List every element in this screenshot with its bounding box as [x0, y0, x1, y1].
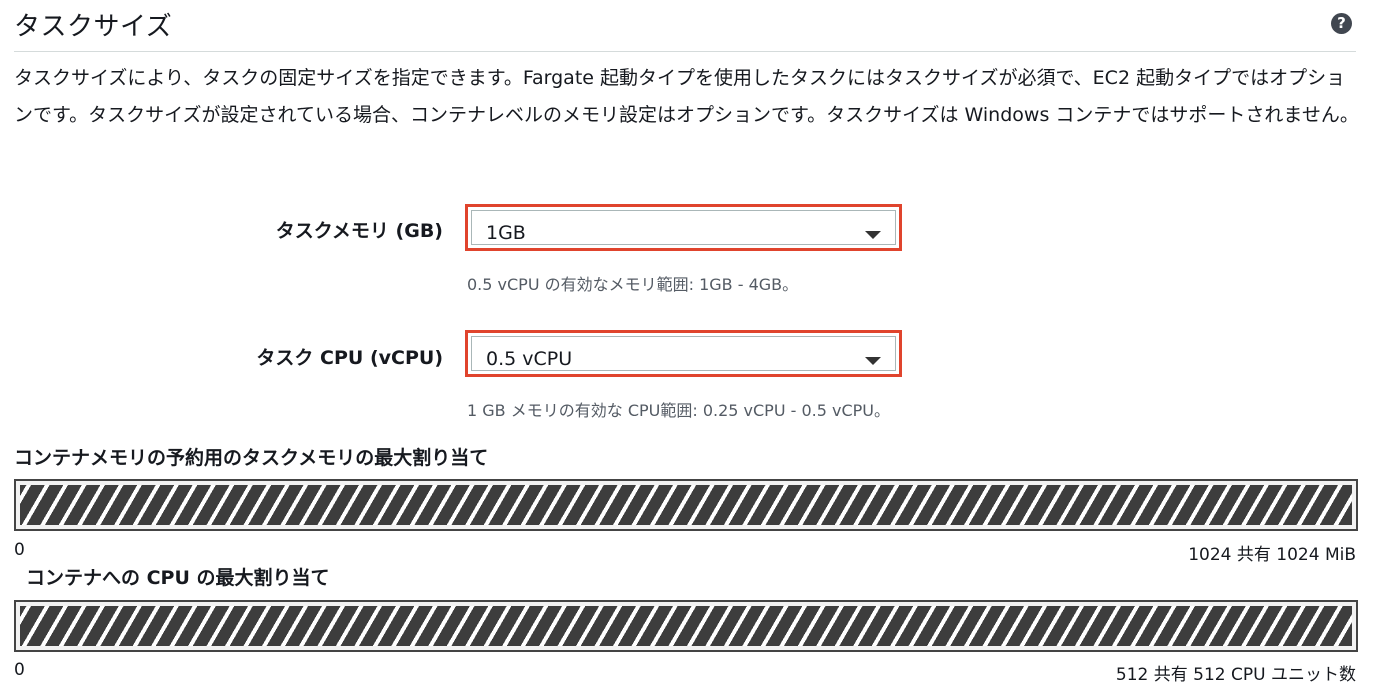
- task-cpu-hint: 1 GB メモリの有効な CPU範囲: 0.25 vCPU - 0.5 vCPU…: [467, 401, 891, 420]
- memory-allocation-heading: コンテナメモリの予約用のタスクメモリの最大割り当て: [14, 447, 489, 469]
- task-memory-select[interactable]: 1GB: [465, 204, 902, 251]
- cpu-allocation-min: 0: [14, 660, 25, 680]
- section-description: タスクサイズにより、タスクの固定サイズを指定できます。Fargate 起動タイプ…: [14, 67, 1359, 126]
- cpu-allocation-bar: [14, 600, 1358, 652]
- task-cpu-label: タスク CPU (vCPU): [256, 347, 443, 369]
- chevron-down-icon: [865, 357, 881, 365]
- section-title: タスクサイズ: [14, 12, 173, 42]
- task-memory-select-inner: 1GB: [471, 210, 896, 245]
- task-cpu-value: 0.5 vCPU: [486, 348, 573, 370]
- memory-allocation-max: 1024 共有 1024 MiB: [1188, 545, 1356, 565]
- task-cpu-select-inner: 0.5 vCPU: [471, 336, 896, 371]
- cpu-allocation-max: 512 共有 512 CPU ユニット数: [1115, 665, 1356, 685]
- memory-allocation-min: 0: [14, 540, 25, 560]
- cpu-allocation-fill: [20, 606, 1352, 646]
- chevron-down-icon: [865, 231, 881, 239]
- memory-allocation-bar: [14, 479, 1358, 531]
- cpu-allocation-heading: コンテナへの CPU の最大割り当て: [26, 567, 330, 589]
- task-memory-label: タスクメモリ (GB): [275, 220, 443, 242]
- memory-allocation-fill: [20, 485, 1352, 525]
- task-cpu-select[interactable]: 0.5 vCPU: [465, 330, 902, 377]
- task-memory-hint: 0.5 vCPU の有効なメモリ範囲: 1GB - 4GB。: [467, 275, 799, 294]
- divider: [14, 51, 1356, 52]
- task-memory-value: 1GB: [486, 222, 526, 244]
- question-circle-icon[interactable]: ?: [1331, 13, 1352, 34]
